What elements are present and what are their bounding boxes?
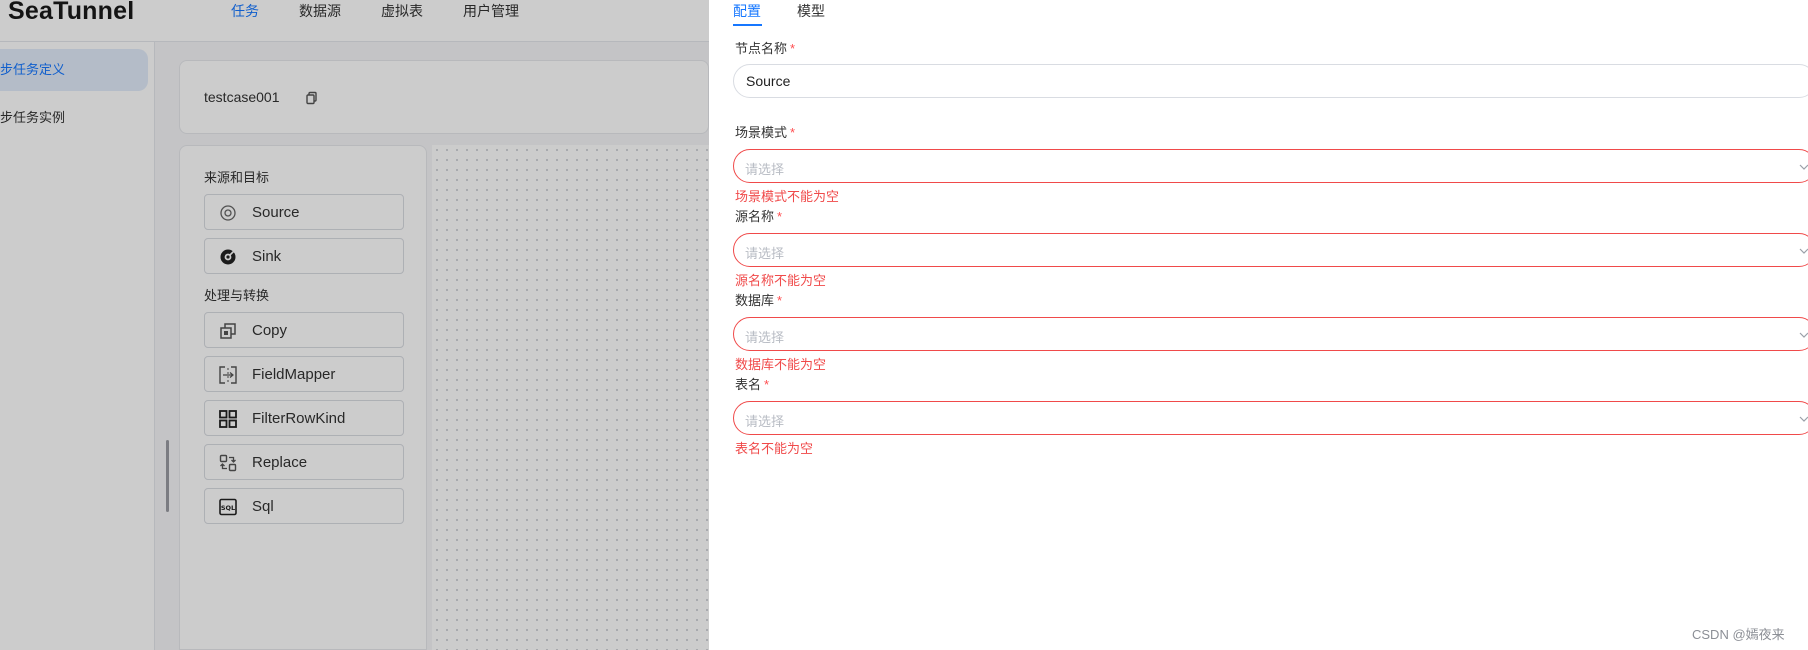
drawer-overlay-mask[interactable]: [0, 0, 709, 650]
scene-mode-error: 场景模式不能为空: [735, 189, 840, 204]
node-config-drawer: 配置 模型 节点名称 * Source 场景模式 * 请选择 场景模式不能为空 源名…: [709, 0, 1808, 650]
database-select[interactable]: 请选择: [733, 317, 1808, 351]
chevron-down-icon: [1799, 164, 1808, 170]
required-mark: *: [777, 293, 783, 308]
table-name-select[interactable]: 请选择: [733, 401, 1808, 435]
database-placeholder: 请选择: [745, 330, 785, 345]
tab-config[interactable]: 配置: [733, 1, 761, 21]
node-name-value: Source: [746, 73, 791, 89]
scene-mode-select[interactable]: 请选择: [733, 149, 1808, 183]
database-label: 数据库 *: [735, 293, 783, 308]
app-background: SeaTunnel 任务 数据源 虚拟表 用户管理 同步任务定义 同步任务实例 …: [0, 0, 709, 650]
table-name-error: 表名不能为空: [735, 441, 814, 456]
source-name-label: 源名称 *: [735, 209, 783, 224]
source-name-error: 源名称不能为空: [735, 273, 827, 288]
source-name-select[interactable]: 请选择: [733, 233, 1808, 267]
chevron-down-icon: [1799, 416, 1808, 422]
required-mark: *: [777, 209, 783, 224]
table-name-placeholder: 请选择: [745, 414, 785, 429]
source-name-placeholder: 请选择: [745, 246, 785, 261]
database-error: 数据库不能为空: [735, 357, 827, 372]
scene-mode-label: 场景模式 *: [735, 125, 796, 140]
table-name-label: 表名 *: [735, 377, 770, 392]
required-mark: *: [790, 125, 796, 140]
tab-model[interactable]: 模型: [797, 1, 825, 21]
watermark: CSDN @嫣夜来: [1692, 627, 1785, 642]
required-mark: *: [764, 377, 770, 392]
chevron-down-icon: [1799, 332, 1808, 338]
node-name-label: 节点名称 *: [735, 41, 796, 56]
chevron-down-icon: [1799, 248, 1808, 254]
required-mark: *: [790, 41, 796, 56]
node-name-input[interactable]: Source: [733, 64, 1808, 98]
active-tab-indicator: [733, 24, 762, 26]
scene-mode-placeholder: 请选择: [745, 162, 785, 177]
